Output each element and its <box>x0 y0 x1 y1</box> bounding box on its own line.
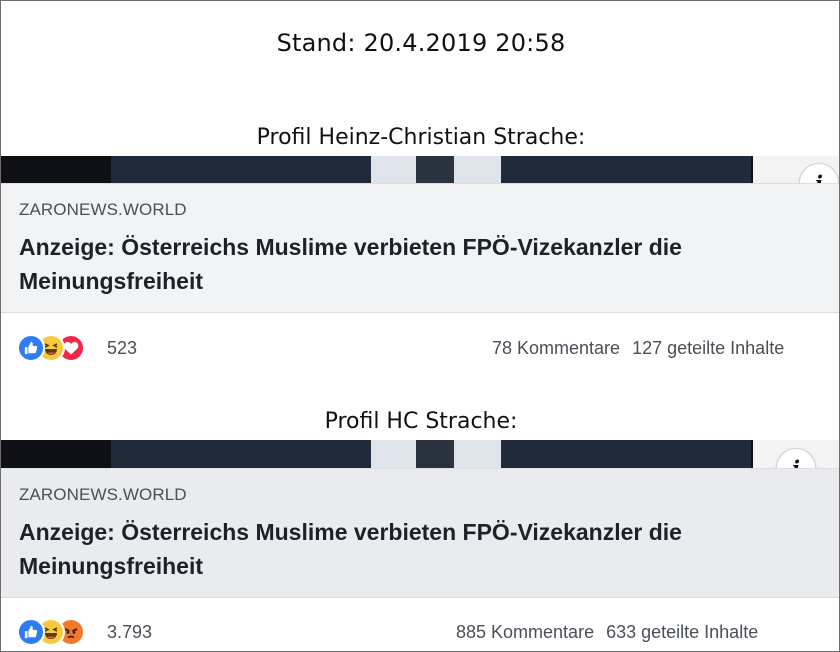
screenshot-frame: Stand: 20.4.2019 20:58 Profil Heinz-Chri… <box>0 0 840 652</box>
link-card-1[interactable]: ZARONEWS.WORLD Anzeige: Österreichs Musl… <box>1 183 839 313</box>
shares-count[interactable]: 127 geteilte Inhalte <box>632 338 784 358</box>
link-domain: ZARONEWS.WORLD <box>19 200 187 219</box>
reaction-count[interactable]: 3.793 <box>107 622 152 643</box>
profile-title-2: Profil HC Strache: <box>324 409 518 434</box>
shares-count[interactable]: 633 geteilte Inhalte <box>606 622 758 642</box>
timestamp-heading: Stand: 20.4.2019 20:58 <box>276 29 566 57</box>
link-preview-image-2[interactable] <box>1 440 839 468</box>
reaction-icons[interactable] <box>17 618 107 646</box>
comments-count[interactable]: 885 Kommentare <box>456 622 594 642</box>
link-headline[interactable]: Anzeige: Österreichs Muslime verbieten F… <box>19 515 819 583</box>
reactions-bar-1: 523 78 Kommentare 127 geteilte Inhalte <box>1 330 839 370</box>
link-headline[interactable]: Anzeige: Österreichs Muslime verbieten F… <box>19 230 819 298</box>
link-card-2[interactable]: ZARONEWS.WORLD Anzeige: Österreichs Musl… <box>1 468 839 598</box>
reaction-icons[interactable] <box>17 334 107 362</box>
post-stats: 885 Kommentare 633 geteilte Inhalte <box>456 622 758 643</box>
post-stats: 78 Kommentare 127 geteilte Inhalte <box>492 338 784 359</box>
reactions-bar-2: 3.793 885 Kommentare 633 geteilte Inhalte <box>1 614 839 651</box>
link-domain: ZARONEWS.WORLD <box>19 485 187 504</box>
link-preview-image-1[interactable] <box>1 156 839 183</box>
like-reaction-icon <box>17 334 45 362</box>
like-reaction-icon <box>17 618 45 646</box>
comments-count[interactable]: 78 Kommentare <box>492 338 620 358</box>
reaction-count[interactable]: 523 <box>107 338 137 359</box>
profile-title-1: Profil Heinz-Christian Strache: <box>256 125 586 150</box>
